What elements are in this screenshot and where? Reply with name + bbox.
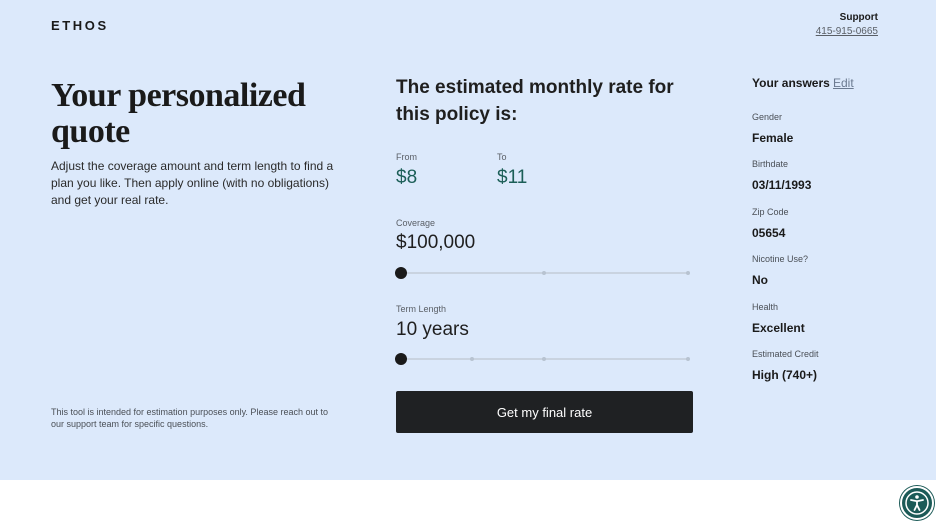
answer-value: No <box>752 273 768 287</box>
answer-key: Estimated Credit <box>752 349 819 359</box>
rate-to-label: To <box>497 152 507 162</box>
answer-estimated-credit: Estimated Credit High (740+) <box>752 348 819 382</box>
answer-value: High (740+) <box>752 368 818 382</box>
rate-to-value: $11 <box>497 167 528 188</box>
rate-title: The estimated monthly rate for this poli… <box>396 77 674 125</box>
accessibility-button[interactable] <box>900 486 934 520</box>
rate-from-label: From <box>396 152 417 162</box>
support-phone-link[interactable]: 415-915-0665 <box>816 25 878 39</box>
accessibility-icon <box>905 491 929 515</box>
coverage-slider-tick <box>542 271 546 275</box>
term-length-slider[interactable] <box>395 352 692 366</box>
answer-key: Nicotine Use? <box>752 254 809 264</box>
get-final-rate-button[interactable]: Get my final rate <box>396 391 693 433</box>
term-slider-tick <box>470 357 474 361</box>
page-title: Your personalized quote <box>51 77 306 150</box>
coverage-slider-tick <box>686 271 690 275</box>
coverage-slider[interactable] <box>395 266 692 280</box>
answer-value: 03/11/1993 <box>752 178 812 192</box>
intro-description: Adjust the coverage amount and term leng… <box>51 159 334 207</box>
term-slider-tick <box>542 357 546 361</box>
answer-value: 05654 <box>752 226 786 240</box>
support-label: Support <box>839 12 878 23</box>
term-slider-thumb[interactable] <box>395 353 407 365</box>
term-length-value: 10 years <box>396 319 469 340</box>
answers-heading: Your answers <box>752 76 830 90</box>
answer-key: Health <box>752 302 779 312</box>
coverage-value: $100,000 <box>396 232 476 253</box>
term-length-label: Term Length <box>396 304 447 314</box>
answer-key: Gender <box>752 112 783 122</box>
answer-value: Excellent <box>752 321 805 335</box>
rate-from-value: $8 <box>396 167 418 188</box>
answer-zip-code: Zip Code 05654 <box>752 206 789 240</box>
term-slider-tick <box>686 357 690 361</box>
answer-key: Zip Code <box>752 207 789 217</box>
answer-birthdate: Birthdate 03/11/1993 <box>752 158 811 192</box>
answer-gender: Gender Female <box>752 111 793 145</box>
answer-value: Female <box>752 131 794 145</box>
quote-hero: ETHOS Support 415-915-0665 Your personal… <box>0 0 936 480</box>
answer-health: Health Excellent <box>752 301 805 335</box>
coverage-label: Coverage <box>396 218 436 228</box>
answer-nicotine-use: Nicotine Use? No <box>752 253 808 287</box>
disclaimer-text: This tool is intended for estimation pur… <box>51 407 328 429</box>
ethos-logo[interactable]: ETHOS <box>51 18 109 33</box>
edit-answers-link[interactable]: Edit <box>833 76 854 90</box>
answer-key: Birthdate <box>752 159 789 169</box>
coverage-slider-thumb[interactable] <box>395 267 407 279</box>
support-contact: Support 415-915-0665 <box>816 11 878 39</box>
